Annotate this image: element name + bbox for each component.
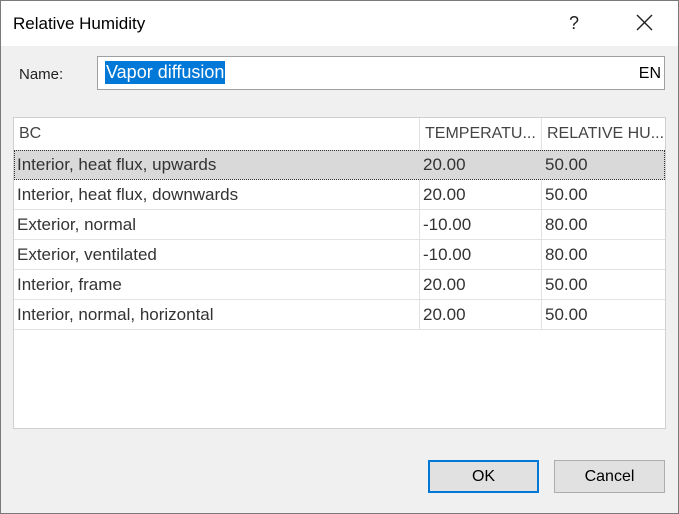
cell-bc: Interior, heat flux, downwards: [17, 185, 239, 204]
name-input[interactable]: Vapor diffusion EN: [97, 56, 665, 90]
cancel-button[interactable]: Cancel: [554, 460, 665, 493]
close-icon: [636, 14, 653, 31]
cell-relative-humidity: 80.00: [545, 245, 588, 264]
cell-relative-humidity: 50.00: [545, 185, 588, 204]
column-header-relative-humidity[interactable]: RELATIVE HU...: [542, 118, 665, 150]
cell-relative-humidity: 50.00: [545, 275, 588, 294]
cell-bc: Exterior, ventilated: [17, 245, 157, 264]
dialog-title: Relative Humidity: [13, 14, 146, 33]
cell-relative-humidity: 80.00: [545, 215, 588, 234]
cell-bc: Interior, heat flux, upwards: [17, 155, 217, 174]
table-header: BC TEMPERATU... RELATIVE HU...: [14, 118, 665, 151]
cell-temperature: -10.00: [423, 215, 472, 234]
cell-temperature: 20.00: [423, 305, 466, 324]
cell-relative-humidity: 50.00: [545, 305, 588, 324]
table-row[interactable]: Interior, frame 20.00 50.00: [14, 270, 665, 300]
close-button[interactable]: [629, 9, 659, 37]
table-row[interactable]: Interior, heat flux, upwards 20.00 50.00: [14, 150, 665, 180]
name-label: Name:: [19, 66, 64, 83]
table-row[interactable]: Interior, normal, horizontal 20.00 50.00: [14, 300, 665, 330]
table-row[interactable]: Interior, heat flux, downwards 20.00 50.…: [14, 180, 665, 210]
cell-temperature: 20.00: [423, 155, 466, 174]
cell-relative-humidity: 50.00: [545, 155, 588, 174]
relative-humidity-dialog: Relative Humidity ? Name: Vapor diffusio…: [0, 0, 679, 514]
help-button[interactable]: ?: [559, 9, 589, 37]
title-bar: Relative Humidity ?: [1, 1, 678, 46]
name-input-value: Vapor diffusion: [105, 61, 226, 84]
cell-temperature: 20.00: [423, 275, 466, 294]
table-row[interactable]: Exterior, normal -10.00 80.00: [14, 210, 665, 240]
table-row[interactable]: Exterior, ventilated -10.00 80.00: [14, 240, 665, 270]
cell-temperature: -10.00: [423, 245, 472, 264]
column-header-bc[interactable]: BC: [14, 118, 420, 150]
language-indicator[interactable]: EN: [639, 65, 661, 83]
cell-temperature: 20.00: [423, 185, 466, 204]
cell-bc: Interior, frame: [17, 275, 122, 294]
column-header-temperature[interactable]: TEMPERATU...: [420, 118, 542, 150]
ok-button[interactable]: OK: [428, 460, 539, 493]
cell-bc: Interior, normal, horizontal: [17, 305, 214, 324]
boundary-conditions-table[interactable]: BC TEMPERATU... RELATIVE HU... Interior,…: [13, 117, 666, 429]
cell-bc: Exterior, normal: [17, 215, 137, 234]
